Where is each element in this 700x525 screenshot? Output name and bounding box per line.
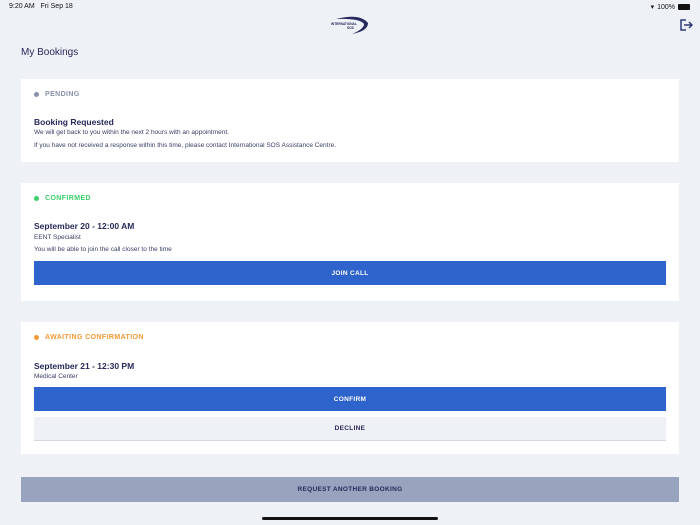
wifi-icon: ▾: [650, 4, 655, 11]
date: Fri Sep 18: [40, 3, 73, 10]
booking-location: Medical Center: [34, 373, 78, 380]
booking-card-pending: PENDING Booking Requested We will get ba…: [21, 79, 679, 162]
svg-text:SOS: SOS: [347, 26, 354, 30]
home-indicator: [262, 517, 438, 520]
confirm-button[interactable]: CONFIRM: [34, 387, 666, 411]
booking-message: We will get back to you within the next …: [34, 129, 229, 136]
booking-message: If you have not received a response with…: [34, 142, 337, 149]
time: 9:20 AM: [9, 3, 35, 10]
booking-card-confirmed: CONFIRMED September 20 - 12:00 AM EENT S…: [21, 183, 679, 301]
request-another-booking-button[interactable]: REQUEST ANOTHER BOOKING: [21, 477, 679, 502]
international-sos-logo: INTERNATIONAL SOS: [330, 15, 370, 35]
battery-percent: 100%: [657, 3, 675, 11]
booking-datetime: September 21 - 12:30 PM: [34, 361, 135, 371]
status-label: AWAITING CONFIRMATION: [45, 334, 144, 341]
status-label: CONFIRMED: [45, 195, 91, 202]
status-time: 9:20 AM Fri Sep 18: [9, 3, 73, 10]
booking-note: You will be able to join the call closer…: [34, 246, 172, 253]
status-right: ▾ 100%: [651, 3, 690, 11]
status-label: PENDING: [45, 91, 80, 98]
booking-card-awaiting: AWAITING CONFIRMATION September 21 - 12:…: [21, 322, 679, 454]
status-dot-icon: [34, 92, 39, 97]
booking-datetime: September 20 - 12:00 AM: [34, 221, 135, 231]
decline-button[interactable]: DECLINE: [34, 417, 666, 441]
status-dot-icon: [34, 196, 39, 201]
status-dot-icon: [34, 335, 39, 340]
battery-icon: [678, 4, 690, 10]
status-badge: AWAITING CONFIRMATION: [34, 334, 144, 341]
status-badge: PENDING: [34, 91, 80, 98]
logout-icon[interactable]: [679, 18, 694, 37]
status-badge: CONFIRMED: [34, 195, 91, 202]
join-call-button[interactable]: JOIN CALL: [34, 261, 666, 285]
booking-title: Booking Requested: [34, 117, 114, 127]
booking-specialty: EENT Specialist: [34, 234, 81, 241]
page-title: My Bookings: [21, 47, 79, 58]
